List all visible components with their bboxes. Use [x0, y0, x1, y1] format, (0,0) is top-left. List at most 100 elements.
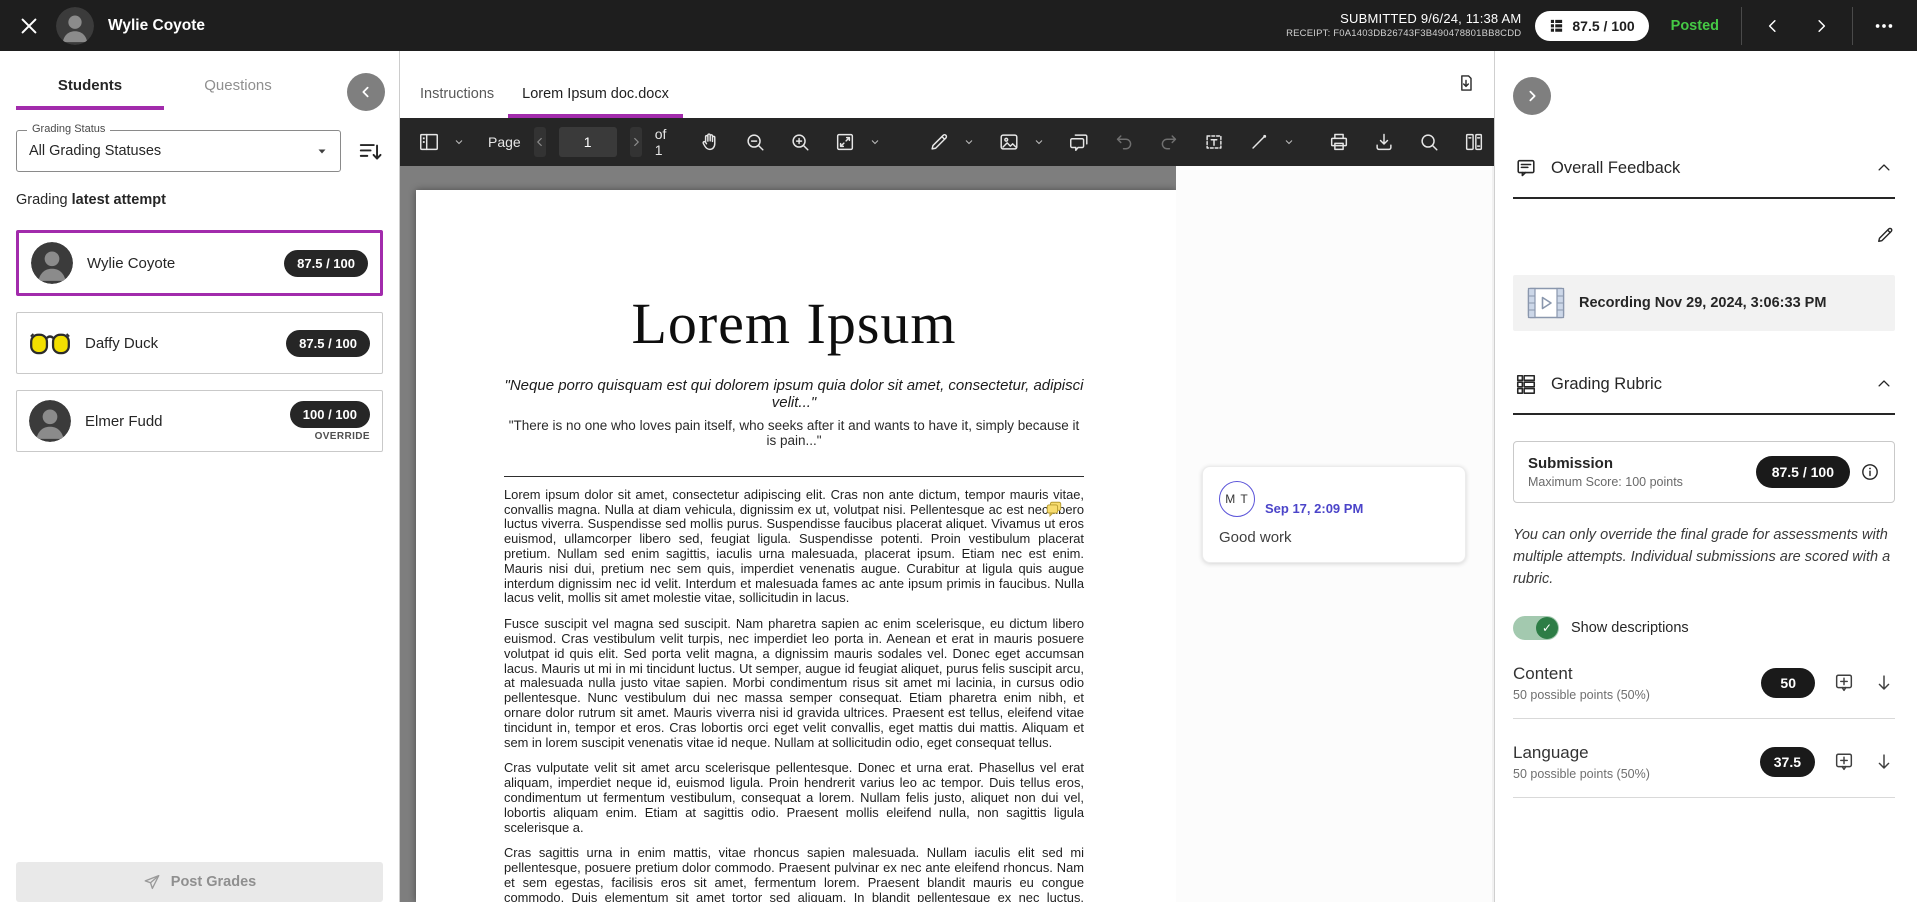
print-icon[interactable] — [1328, 131, 1350, 153]
document-paragraph: Fusce suscipit vel magna sed suscipit. N… — [504, 617, 1084, 750]
criterion-score-pill[interactable]: 37.5 — [1760, 747, 1815, 777]
tab-students[interactable]: Students — [16, 65, 164, 110]
sidebar-collapse-button[interactable] — [347, 73, 385, 111]
document-title: Lorem Ipsum — [504, 294, 1084, 355]
sort-icon[interactable] — [357, 138, 383, 164]
criterion-name: Language — [1513, 743, 1742, 763]
page-library-icon[interactable] — [1463, 131, 1485, 153]
student-score-pill: 100 / 100 — [290, 401, 370, 428]
submission-max-score: Maximum Score: 100 points — [1528, 475, 1746, 489]
fit-to-screen-icon[interactable] — [834, 131, 856, 153]
previous-student-button[interactable] — [1756, 9, 1790, 43]
status-badge-posted[interactable]: Posted — [1671, 18, 1719, 34]
document-quote-2: "There is no one who loves pain itself, … — [504, 418, 1084, 448]
pan-hand-icon[interactable] — [699, 131, 721, 153]
receipt-id: RECEIPT: F0A1403DB26743F3B490478801BB8CD… — [1286, 28, 1521, 41]
student-row-wylie-coyote[interactable]: Wylie Coyote 87.5 / 100 — [16, 230, 383, 296]
close-icon[interactable] — [16, 13, 42, 39]
grading-rubric-title: Grading Rubric — [1551, 375, 1861, 394]
expand-down-icon[interactable] — [1873, 672, 1895, 694]
divider — [504, 476, 1084, 477]
sidebar-tabs: Students Questions — [0, 51, 399, 110]
add-feedback-icon[interactable] — [1833, 672, 1855, 694]
duplicate-comment-icon[interactable] — [1068, 131, 1090, 153]
submission-score-pill[interactable]: 87.5 / 100 — [1756, 456, 1850, 488]
comment-pin-icon[interactable] — [1045, 500, 1063, 518]
page-prev-button[interactable] — [534, 127, 546, 157]
student-row-elmer-fudd[interactable]: Elmer Fudd 100 / 100 OVERRIDE — [16, 390, 383, 452]
paper-plane-icon — [143, 873, 161, 891]
page-total-label: of 1 — [655, 126, 667, 158]
edit-pencil-icon[interactable] — [1875, 225, 1895, 245]
commenter-avatar: M T — [1219, 481, 1255, 517]
tab-document[interactable]: Lorem Ipsum doc.docx — [508, 76, 683, 118]
search-icon[interactable] — [1418, 131, 1440, 153]
info-icon[interactable] — [1860, 462, 1880, 482]
line-shape-icon[interactable] — [1248, 131, 1270, 153]
document-paragraph: Lorem ipsum dolor sit amet, consectetur … — [504, 488, 1084, 606]
grading-status-value: All Grading Statuses — [29, 143, 316, 159]
chevron-down-icon[interactable] — [1283, 136, 1295, 148]
chevron-left-icon — [358, 84, 374, 100]
viewer-tabs: Instructions Lorem Ipsum doc.docx — [400, 51, 1494, 118]
override-badge: OVERRIDE — [315, 431, 370, 442]
grade-pill-button[interactable]: 87.5 / 100 — [1535, 11, 1648, 41]
tab-instructions[interactable]: Instructions — [406, 76, 508, 118]
avatar — [56, 7, 94, 45]
show-descriptions-toggle[interactable]: ✓ — [1513, 616, 1559, 640]
comment-card[interactable]: M T Sep 17, 2:09 PM Good work — [1202, 466, 1466, 563]
feedback-recording[interactable]: Recording Nov 29, 2024, 3:06:33 PM — [1513, 275, 1895, 331]
tab-questions[interactable]: Questions — [164, 65, 312, 110]
page-number-input[interactable] — [559, 127, 617, 157]
submission-title: Submission — [1528, 455, 1746, 472]
criterion-row-language: Language 50 possible points (50%) 37.5 — [1513, 743, 1895, 798]
chevron-right-icon — [1524, 88, 1540, 104]
grading-status-select[interactable]: Grading Status All Grading Statuses — [16, 130, 341, 172]
zoom-in-icon[interactable] — [789, 131, 811, 153]
student-list: Wylie Coyote 87.5 / 100 Daffy Duck 87.5 … — [0, 214, 399, 468]
post-grades-button[interactable]: Post Grades — [16, 862, 383, 902]
overall-feedback-header[interactable]: Overall Feedback — [1513, 157, 1895, 199]
viewer-toolbar: Page of 1 — [400, 118, 1494, 166]
grading-rubric-header[interactable]: Grading Rubric — [1513, 373, 1895, 415]
submitted-timestamp: SUBMITTED 9/6/24, 11:38 AM — [1286, 10, 1521, 28]
chevron-down-icon[interactable] — [1033, 136, 1045, 148]
chevron-down-icon[interactable] — [453, 136, 465, 148]
zoom-out-icon[interactable] — [744, 131, 766, 153]
criterion-points: 50 possible points (50%) — [1513, 688, 1743, 702]
grading-status-label: Grading Status — [27, 123, 110, 135]
feedback-panel: Overall Feedback Recording Nov 29, 2024,… — [1494, 51, 1917, 902]
export-document-icon[interactable] — [1456, 73, 1476, 98]
chevron-right-icon — [1812, 17, 1830, 35]
add-feedback-icon[interactable] — [1833, 751, 1855, 773]
post-grades-label: Post Grades — [171, 874, 256, 890]
avatar — [31, 242, 73, 284]
next-student-button[interactable] — [1804, 9, 1838, 43]
document-canvas: Lorem Ipsum "Neque porro quisquam est qu… — [400, 166, 1494, 902]
chevron-right-icon — [630, 136, 642, 148]
panel-collapse-button[interactable] — [1513, 77, 1551, 115]
chevron-up-icon[interactable] — [1875, 375, 1893, 393]
page-next-button[interactable] — [630, 127, 642, 157]
download-icon[interactable] — [1373, 131, 1395, 153]
grading-mode-note: Grading latest attempt — [16, 192, 383, 208]
text-box-icon[interactable] — [1203, 131, 1225, 153]
chevron-down-icon[interactable] — [963, 136, 975, 148]
criterion-name: Content — [1513, 664, 1743, 684]
pen-annotate-icon[interactable] — [928, 131, 950, 153]
chevron-down-icon[interactable] — [869, 136, 881, 148]
top-bar: Wylie Coyote SUBMITTED 9/6/24, 11:38 AM … — [0, 0, 1917, 51]
undo-icon[interactable] — [1113, 131, 1135, 153]
document-quote-1: "Neque porro quisquam est qui dolorem ip… — [504, 377, 1084, 411]
expand-down-icon[interactable] — [1873, 751, 1895, 773]
rubric-grid-icon — [1515, 373, 1537, 395]
chevron-up-icon[interactable] — [1875, 159, 1893, 177]
image-stamp-icon[interactable] — [998, 131, 1020, 153]
student-row-daffy-duck[interactable]: Daffy Duck 87.5 / 100 — [16, 312, 383, 374]
redo-icon[interactable] — [1158, 131, 1180, 153]
yellow-glasses-avatar — [29, 322, 71, 364]
thumbnail-panel-icon[interactable] — [418, 131, 440, 153]
recording-label: Recording Nov 29, 2024, 3:06:33 PM — [1579, 295, 1826, 311]
criterion-score-pill[interactable]: 50 — [1761, 668, 1815, 698]
more-options-icon[interactable] — [1867, 15, 1901, 37]
